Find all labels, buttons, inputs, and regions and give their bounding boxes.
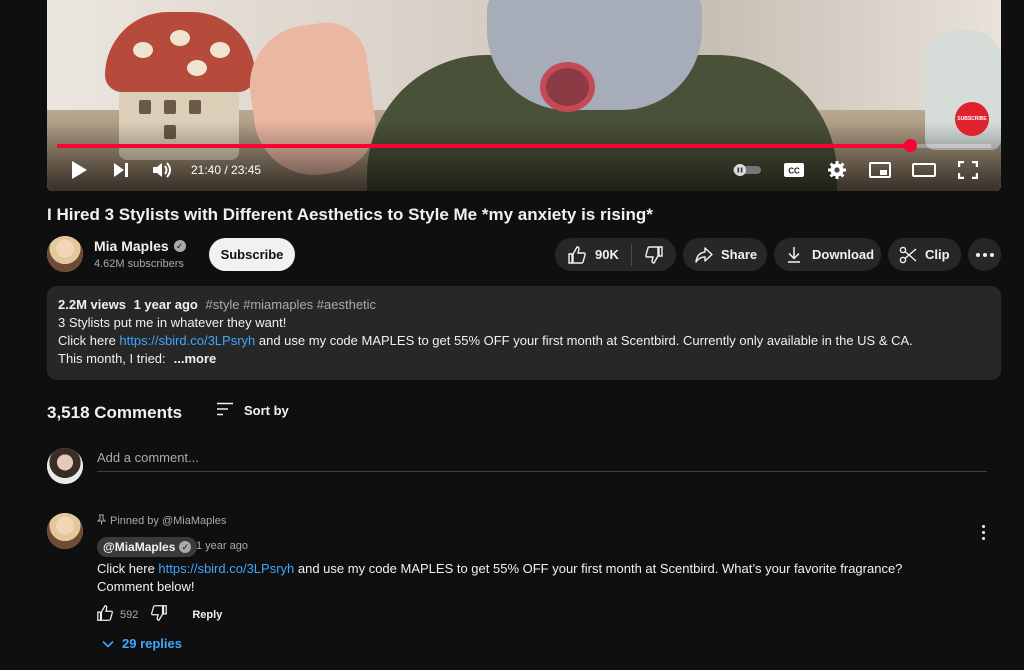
comment-timestamp[interactable]: 1 year ago — [196, 540, 248, 552]
more-horizontal-icon — [975, 252, 994, 257]
comment-author-avatar[interactable] — [47, 513, 83, 549]
verified-icon: ✓ — [179, 541, 192, 553]
verified-icon: ✓ — [173, 240, 186, 252]
channel-avatar[interactable] — [47, 236, 83, 272]
chevron-down-icon — [102, 636, 114, 651]
theater-icon — [912, 163, 936, 177]
next-icon — [114, 163, 128, 177]
description-meta: 2.2M views 1 year ago #style #miamaples … — [58, 296, 990, 314]
thumbs-down-icon — [644, 245, 664, 265]
pin-icon — [96, 514, 107, 528]
fullscreen-button[interactable] — [955, 158, 981, 182]
comment-like-button[interactable]: 592 — [96, 604, 138, 625]
show-more-button[interactable]: ...more — [174, 351, 217, 366]
replies-count-label: 29 replies — [122, 636, 182, 651]
pinned-by-text: Pinned by @MiaMaples — [110, 515, 227, 527]
play-icon — [72, 161, 87, 179]
captions-button[interactable]: CC — [781, 158, 807, 182]
share-label: Share — [721, 247, 758, 262]
progress-bar[interactable] — [57, 139, 991, 152]
comment-author-chip[interactable]: @MiaMaples ✓ — [97, 537, 198, 557]
pinned-label: Pinned by @MiaMaples — [96, 514, 227, 528]
video-player[interactable]: SUBSCRIBE 21:40 / 23:45 CC — [47, 0, 1001, 191]
gear-icon — [828, 161, 846, 179]
subscribe-button[interactable]: Subscribe — [209, 238, 295, 271]
dislike-button[interactable] — [632, 245, 676, 265]
clip-button[interactable]: Clip — [888, 238, 961, 271]
download-button[interactable]: Download — [774, 238, 881, 271]
like-count: 90K — [595, 247, 619, 262]
upload-age: 1 year ago — [133, 297, 198, 312]
volume-button[interactable] — [151, 158, 175, 182]
time-display: 21:40 / 23:45 — [191, 163, 262, 177]
channel-name[interactable]: Mia Maples ✓ — [94, 238, 186, 254]
description-line-2: Click here https://sbird.co/3LPsryh and … — [58, 333, 913, 348]
comment-menu-button[interactable] — [974, 520, 992, 544]
play-button[interactable] — [67, 158, 91, 182]
thumbs-up-icon — [96, 604, 114, 625]
theater-mode-button[interactable] — [911, 158, 937, 182]
add-comment-input[interactable]: Add a comment... — [97, 450, 987, 472]
svg-text:CC: CC — [788, 167, 800, 176]
fullscreen-icon — [958, 161, 978, 179]
scentbird-link[interactable]: https://sbird.co/3LPsryh — [119, 333, 255, 348]
video-title: I Hired 3 Stylists with Different Aesthe… — [47, 205, 653, 224]
channel-name-label[interactable]: Mia Maples — [94, 238, 169, 254]
comment-link[interactable]: https://sbird.co/3LPsryh — [158, 561, 294, 576]
share-icon — [694, 246, 714, 264]
miniplayer-icon — [869, 162, 891, 178]
reply-button[interactable]: Reply — [192, 609, 222, 621]
comment-body: Click here https://sbird.co/3LPsryh and … — [97, 561, 903, 594]
thumbs-down-icon — [150, 604, 168, 625]
next-button[interactable] — [109, 158, 133, 182]
comment-actions: 592 Reply — [96, 604, 222, 625]
scrubber-handle[interactable] — [903, 139, 917, 152]
thumbs-up-icon — [567, 245, 587, 265]
clip-label: Clip — [925, 247, 950, 262]
miniplayer-button[interactable] — [867, 158, 893, 182]
progress-played — [57, 144, 910, 148]
user-avatar — [47, 448, 83, 484]
view-replies-button[interactable]: 29 replies — [102, 636, 182, 651]
download-icon — [786, 246, 802, 264]
scissors-icon — [899, 246, 917, 264]
settings-button[interactable] — [825, 158, 849, 182]
sort-by-button[interactable]: Sort by — [216, 402, 289, 419]
description-line-3: This month, I tried: ...more — [58, 351, 217, 366]
more-actions-button[interactable] — [968, 238, 1001, 271]
autoplay-toggle[interactable] — [731, 158, 763, 182]
youtube-watch-page: SUBSCRIBE 21:40 / 23:45 CC I Hired 3 Sty… — [0, 0, 1024, 670]
like-button[interactable]: 90K — [555, 245, 631, 265]
description-box[interactable]: 2.2M views 1 year ago #style #miamaples … — [47, 286, 1001, 380]
description-line-1: 3 Stylists put me in whatever they want! — [58, 315, 287, 330]
hashtags[interactable]: #style #miamaples #aesthetic — [206, 297, 377, 312]
autoplay-toggle-icon — [733, 164, 761, 176]
sort-icon — [216, 402, 234, 419]
comments-count: 3,518 Comments — [47, 403, 183, 422]
comment-author-name[interactable]: @MiaMaples — [103, 540, 175, 554]
share-button[interactable]: Share — [683, 238, 767, 271]
sort-by-label: Sort by — [244, 403, 289, 418]
subscribe-watermark[interactable]: SUBSCRIBE — [955, 102, 989, 136]
download-label: Download — [812, 247, 875, 262]
subscriber-count: 4.62M subscribers — [94, 258, 184, 270]
like-dislike-group: 90K — [555, 238, 676, 271]
view-count: 2.2M views — [58, 297, 126, 312]
captions-icon: CC — [784, 163, 804, 177]
comment-like-count: 592 — [120, 608, 139, 621]
comment-dislike-button[interactable] — [150, 604, 168, 625]
volume-icon — [153, 162, 171, 178]
